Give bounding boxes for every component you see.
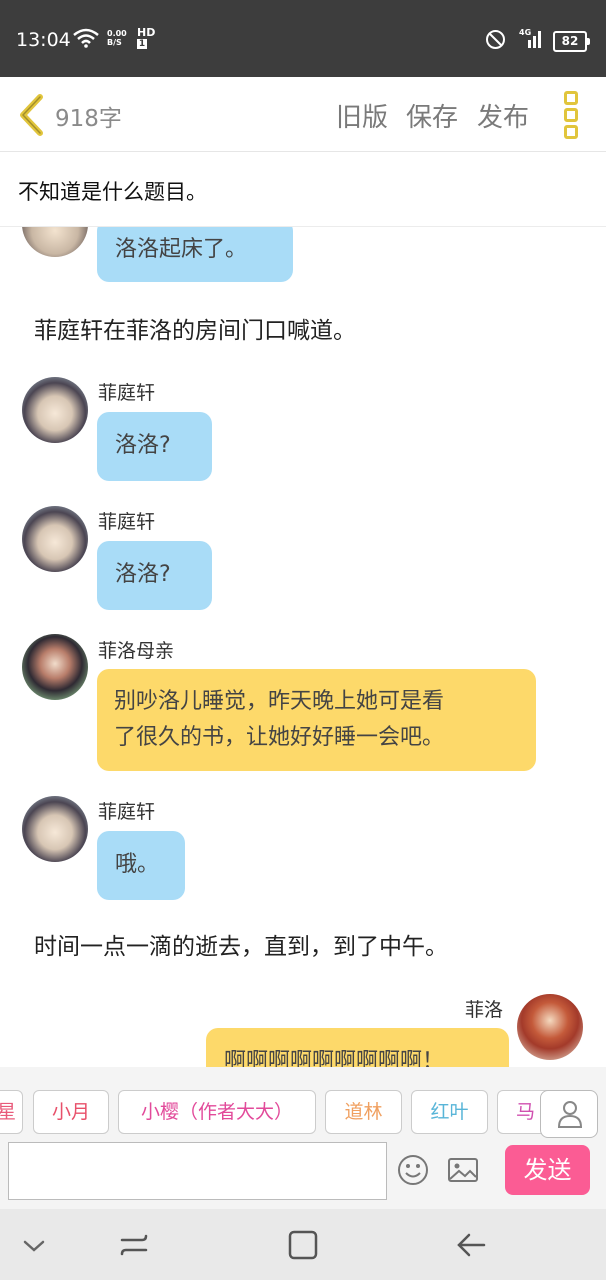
chat-area[interactable]: 洛洛起床了。 菲庭轩在菲洛的房间门口喊道。 菲庭轩 洛洛? 菲庭轩 洛洛? 菲洛…: [0, 227, 606, 1067]
speaker-name: 菲洛: [465, 999, 504, 1021]
character-chip[interactable]: 小月: [33, 1090, 109, 1134]
emoji-icon[interactable]: [396, 1153, 430, 1187]
message-bubble[interactable]: 哦。: [97, 831, 185, 900]
avatar[interactable]: [22, 796, 88, 862]
narration-text[interactable]: 菲庭轩在菲洛的房间门口喊道。: [34, 311, 356, 345]
publish-button[interactable]: 发布: [477, 97, 529, 134]
recent-apps-icon[interactable]: [116, 1227, 152, 1263]
save-button[interactable]: 保存: [406, 97, 458, 134]
image-icon[interactable]: [446, 1153, 480, 1187]
character-chip[interactable]: 红叶: [411, 1090, 488, 1134]
back-nav-icon[interactable]: [453, 1227, 489, 1263]
message-bubble[interactable]: 啊啊啊啊啊啊啊啊啊！: [206, 1028, 509, 1067]
message-input[interactable]: [8, 1142, 387, 1200]
home-icon[interactable]: [285, 1227, 321, 1263]
avatar[interactable]: [517, 994, 583, 1060]
story-title[interactable]: 不知道是什么题目。: [18, 176, 207, 206]
chevron-down-icon[interactable]: [16, 1227, 52, 1263]
status-bar: 13:04 0.00 B/S HD 1 4G 82: [0, 0, 606, 77]
speaker-name: 菲庭轩: [98, 801, 156, 823]
battery-indicator: 82: [553, 31, 590, 52]
system-nav-bar: [0, 1209, 606, 1280]
message-bubble[interactable]: 洛洛?: [97, 412, 212, 481]
story-title-bar: 不知道是什么题目。: [0, 152, 606, 227]
do-not-disturb-icon: [486, 30, 505, 49]
avatar[interactable]: [22, 506, 88, 572]
user-icon: [557, 1101, 583, 1128]
hd-indicator: HD 1: [137, 26, 156, 49]
wifi-icon: [73, 28, 99, 48]
more-menu-icon[interactable]: [564, 91, 580, 139]
old-version-button[interactable]: 旧版: [336, 97, 388, 134]
signal-icon: [528, 31, 541, 48]
status-time: 13:04: [16, 29, 71, 51]
character-chip[interactable]: 星: [0, 1090, 23, 1134]
avatar[interactable]: [22, 227, 88, 257]
character-chip[interactable]: 小樱（作者大大）: [118, 1090, 316, 1134]
send-button[interactable]: 发送: [505, 1145, 590, 1195]
avatar[interactable]: [22, 634, 88, 700]
network-speed: 0.00 B/S: [107, 29, 127, 47]
word-count: 918字: [55, 106, 122, 132]
editor-toolbar: 918字 旧版 保存 发布: [0, 77, 606, 152]
avatar[interactable]: [22, 377, 88, 443]
character-manage-button[interactable]: [540, 1090, 598, 1138]
speaker-name: 菲洛母亲: [98, 640, 175, 662]
message-bubble[interactable]: 别吵洛儿睡觉，昨天晚上她可是看 了很久的书，让她好好睡一会吧。: [97, 669, 536, 771]
character-selector: 星 小月 小樱（作者大大） 道林 红叶 马: [0, 1067, 606, 1139]
speaker-name: 菲庭轩: [98, 511, 156, 533]
message-bubble[interactable]: 洛洛起床了。: [97, 227, 293, 282]
character-chip[interactable]: 道林: [325, 1090, 402, 1134]
input-row: 发送: [0, 1139, 606, 1209]
back-icon[interactable]: [16, 94, 46, 136]
narration-text[interactable]: 时间一点一滴的逝去，直到，到了中午。: [34, 927, 448, 961]
speaker-name: 菲庭轩: [98, 382, 156, 404]
message-bubble[interactable]: 洛洛?: [97, 541, 212, 610]
